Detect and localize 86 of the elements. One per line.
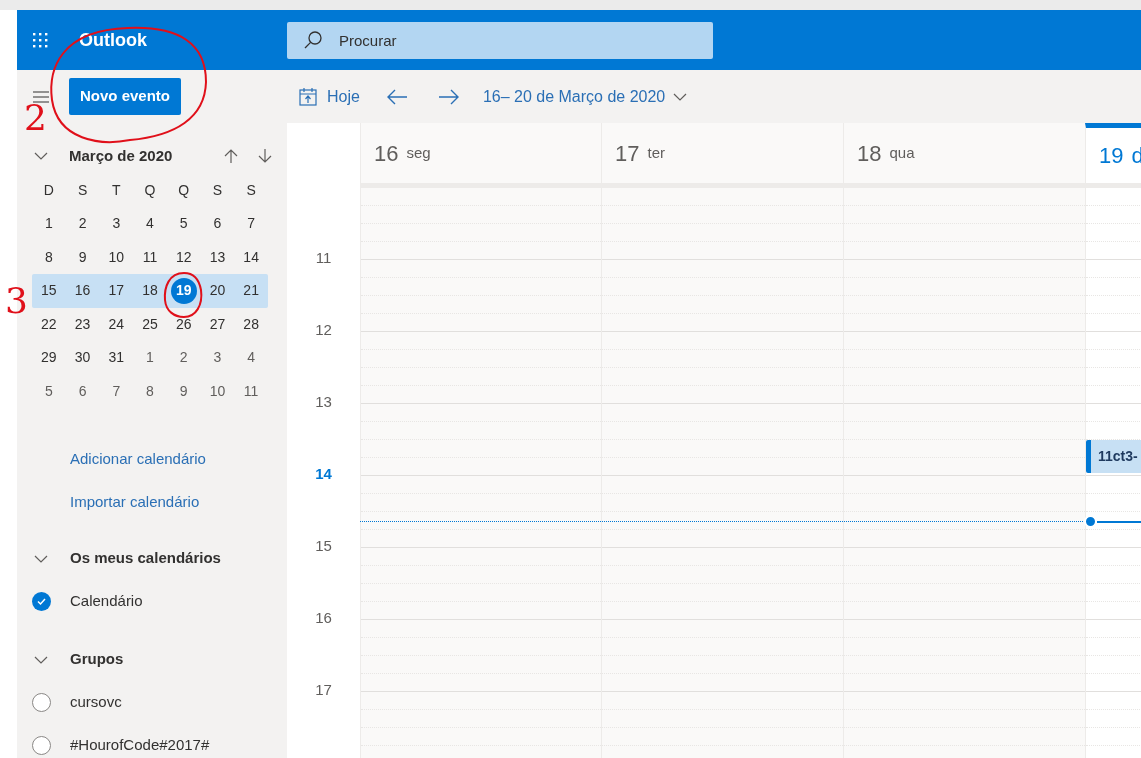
hour-label: 12 bbox=[315, 321, 332, 339]
sidebar-link[interactable]: Importar calendário bbox=[70, 491, 200, 514]
hour-label: 13 bbox=[315, 393, 332, 411]
date-range-dropdown[interactable]: 16– 20 de Março de 2020 bbox=[482, 84, 688, 109]
calendar-day[interactable]: 7 bbox=[112, 380, 121, 402]
arrow-right-icon[interactable] bbox=[437, 87, 460, 106]
calendar-day[interactable]: 21 bbox=[243, 280, 259, 302]
selected-week[interactable]: 15 16 17 18 19 20 21 bbox=[32, 274, 268, 308]
calendar-day[interactable]: 2 bbox=[179, 347, 188, 369]
weekday-label: S bbox=[76, 180, 89, 200]
calendar-day[interactable]: 2 bbox=[78, 213, 87, 235]
calendar-day[interactable]: 10 bbox=[209, 380, 226, 402]
hour-label: 17 bbox=[315, 681, 332, 699]
calendar-name[interactable]: Calendário bbox=[70, 590, 143, 613]
section-title[interactable]: Os meus calendários bbox=[70, 547, 221, 570]
calendar-day[interactable]: 5 bbox=[179, 213, 188, 235]
month-title: Março de 2020 bbox=[69, 146, 173, 166]
calendar-day[interactable]: 7 bbox=[247, 213, 256, 235]
calendar-day[interactable]: 8 bbox=[44, 246, 53, 268]
hour-label: 15 bbox=[315, 537, 332, 555]
calendar-day[interactable]: 9 bbox=[179, 380, 188, 402]
calendar-day[interactable]: 24 bbox=[108, 313, 125, 335]
sidebar-link[interactable]: Adicionar calendário bbox=[70, 448, 206, 471]
calendar-day[interactable]: 1 bbox=[146, 347, 154, 369]
calendar-day[interactable]: 4 bbox=[146, 213, 154, 235]
search-field[interactable]: Procurar bbox=[287, 21, 713, 59]
weekday-label: S bbox=[211, 180, 224, 200]
arrow-left-icon[interactable] bbox=[385, 87, 408, 106]
calendar-day[interactable]: 23 bbox=[74, 313, 91, 335]
calendar-day[interactable]: 31 bbox=[108, 347, 125, 369]
weekday-label: Q bbox=[143, 180, 157, 200]
arrow-up-icon[interactable] bbox=[223, 148, 239, 165]
menu-icon[interactable] bbox=[33, 89, 49, 104]
weekday-label: Q bbox=[177, 180, 191, 200]
annotation-number: 2 bbox=[24, 97, 47, 138]
calendar-day[interactable]: 12 bbox=[175, 246, 192, 268]
calendar-day[interactable]: 19 bbox=[170, 277, 197, 304]
calendar-day[interactable]: 6 bbox=[213, 213, 222, 235]
calendar-day[interactable]: 29 bbox=[41, 347, 57, 369]
calendar-day[interactable]: 28 bbox=[243, 313, 259, 335]
calendar-day[interactable]: 13 bbox=[209, 246, 226, 268]
calendar-day[interactable]: 16 bbox=[74, 280, 91, 302]
new-event-button[interactable]: Novo evento bbox=[69, 78, 181, 115]
hour-label: 16 bbox=[315, 609, 332, 627]
calendar-day[interactable]: 10 bbox=[108, 246, 125, 268]
calendar-day[interactable]: 20 bbox=[209, 280, 226, 302]
calendar-day[interactable]: 1 bbox=[44, 213, 53, 235]
weekday-label: D bbox=[42, 180, 55, 200]
section-title[interactable]: Grupos bbox=[70, 648, 124, 671]
calendar-day[interactable]: 9 bbox=[78, 246, 87, 268]
calendar-day[interactable]: 4 bbox=[247, 347, 256, 369]
calendar-day[interactable]: 22 bbox=[41, 313, 57, 335]
calendar-day[interactable]: 14 bbox=[243, 246, 259, 268]
calendar-name[interactable]: #HourofCode#2017# bbox=[70, 734, 210, 757]
app-launcher-icon[interactable] bbox=[32, 32, 48, 48]
hour-label: 14 bbox=[315, 465, 332, 483]
calendar-day[interactable]: 27 bbox=[209, 313, 226, 335]
day-header[interactable]: 16 seg bbox=[360, 123, 601, 183]
chevron-icon bbox=[673, 91, 688, 102]
hour-label: 11 bbox=[315, 249, 332, 267]
weekday-label: S bbox=[245, 180, 257, 200]
calendar-day[interactable]: 26 bbox=[175, 313, 192, 335]
calendar-event[interactable]: 11ct3- bbox=[1086, 440, 1141, 473]
calendar-day[interactable]: 6 bbox=[78, 380, 87, 402]
today-button[interactable]: Hoje bbox=[298, 84, 360, 109]
calendar-day[interactable]: 5 bbox=[44, 380, 53, 402]
search-icon bbox=[303, 29, 323, 50]
weekday-label: T bbox=[111, 180, 122, 200]
calendar-day[interactable]: 25 bbox=[142, 313, 158, 335]
calendar-icon bbox=[298, 86, 318, 107]
day-header[interactable]: 18 qua bbox=[843, 123, 1085, 183]
annotation-circle bbox=[163, 272, 203, 318]
calendar-day[interactable]: 11 bbox=[142, 246, 158, 268]
calendar-day[interactable]: 8 bbox=[146, 380, 154, 402]
calendar-name[interactable]: cursovc bbox=[70, 691, 122, 714]
arrow-down-icon[interactable] bbox=[257, 148, 273, 165]
calendar-day[interactable]: 15 bbox=[41, 280, 57, 302]
calendar-day[interactable]: 17 bbox=[108, 280, 125, 302]
app-name[interactable]: Outlook bbox=[79, 26, 147, 54]
calendar-day[interactable]: 30 bbox=[74, 347, 91, 369]
calendar-day[interactable]: 11 bbox=[243, 380, 259, 402]
calendar-day[interactable]: 3 bbox=[213, 347, 222, 369]
day-header[interactable]: 17 ter bbox=[601, 123, 843, 183]
calendar-day[interactable]: 18 bbox=[142, 280, 158, 302]
calendar-day[interactable]: 3 bbox=[112, 213, 121, 235]
annotation-number: 3 bbox=[5, 280, 28, 321]
